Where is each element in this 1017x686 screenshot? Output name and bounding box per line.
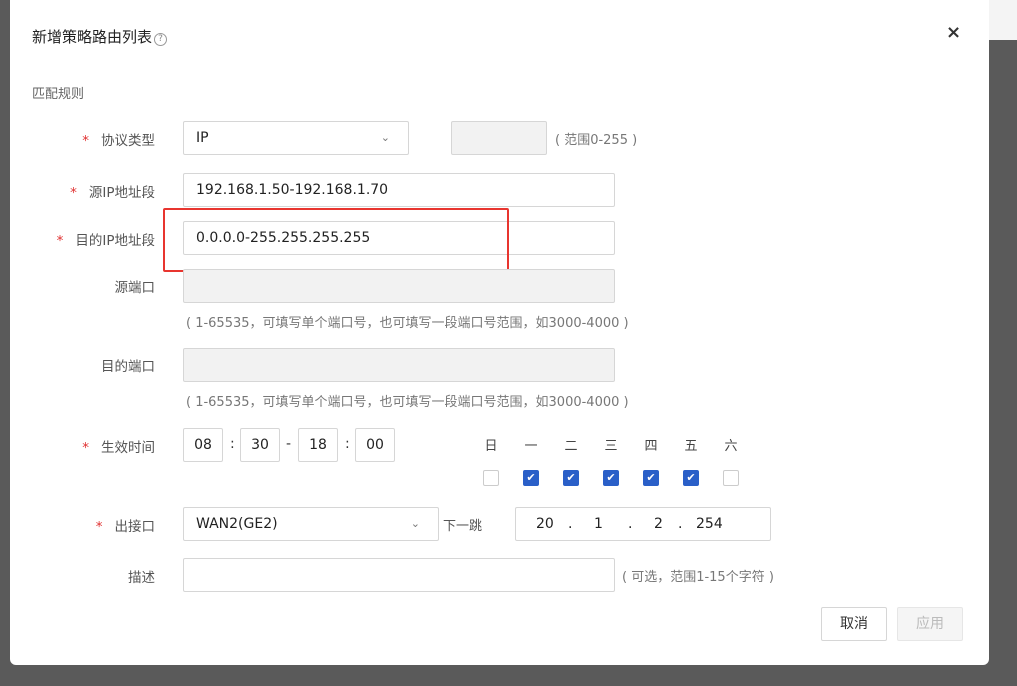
iface-label: * 出接口 bbox=[95, 519, 155, 535]
protocol-hint: ( 范围0-255 ) bbox=[555, 133, 638, 148]
dialog-title: 新增策略路由列表? bbox=[32, 26, 168, 47]
day-label: 四 bbox=[644, 439, 658, 454]
day-label: 日 bbox=[484, 439, 498, 454]
dst-port-label: 目的端口 bbox=[101, 359, 155, 375]
background-page bbox=[989, 0, 1017, 40]
day-label: 二 bbox=[564, 439, 578, 454]
nexthop-label: 下一跳 bbox=[443, 519, 483, 534]
section-title: 匹配规则 bbox=[32, 87, 85, 102]
src-port-label: 源端口 bbox=[114, 280, 156, 296]
day-label: 一 bbox=[524, 439, 538, 454]
day-label: 五 bbox=[684, 439, 698, 454]
src-port-hint: ( 1-65535，可填写单个端口号，也可填写一段端口号范围，如3000-400… bbox=[186, 316, 629, 331]
protocol-select[interactable]: IP ⌄ bbox=[183, 121, 409, 155]
colon: : bbox=[345, 436, 350, 452]
desc-hint: ( 可选，范围1-15个字符 ) bbox=[622, 570, 774, 585]
dst-ip-label: * 目的IP地址段 bbox=[56, 233, 155, 249]
protocol-label: * 协议类型 bbox=[82, 133, 155, 149]
src-ip-label: * 源IP地址段 bbox=[70, 185, 155, 201]
iface-select[interactable]: WAN2(GE2) ⌄ bbox=[183, 507, 439, 541]
src-ip-input[interactable]: 192.168.1.50-192.168.1.70 bbox=[183, 173, 615, 207]
day-checkbox[interactable]: ✔ bbox=[523, 470, 539, 486]
close-icon[interactable]: × bbox=[946, 22, 961, 43]
protocol-number-input[interactable] bbox=[451, 121, 547, 155]
day-checkbox[interactable]: ✔ bbox=[643, 470, 659, 486]
dash: - bbox=[286, 436, 292, 452]
nexthop-input[interactable]: 20. 1. 2. 254 bbox=[515, 507, 771, 541]
colon: : bbox=[230, 436, 235, 452]
day-label: 三 bbox=[604, 439, 618, 454]
highlight-box bbox=[163, 208, 509, 272]
cancel-button[interactable]: 取消 bbox=[821, 607, 887, 641]
day-checkbox[interactable] bbox=[483, 470, 499, 486]
desc-input[interactable] bbox=[183, 558, 615, 592]
src-port-input[interactable] bbox=[183, 269, 615, 303]
dst-port-hint: ( 1-65535，可填写单个端口号，也可填写一段端口号范围，如3000-400… bbox=[186, 395, 629, 410]
day-checkbox[interactable]: ✔ bbox=[683, 470, 699, 486]
help-icon[interactable]: ? bbox=[154, 33, 168, 46]
day-label: 六 bbox=[724, 439, 738, 454]
day-checkbox[interactable] bbox=[723, 470, 739, 486]
start-hour-input[interactable]: 08 bbox=[183, 428, 223, 462]
dst-port-input[interactable] bbox=[183, 348, 615, 382]
end-hour-input[interactable]: 18 bbox=[298, 428, 338, 462]
start-minute-input[interactable]: 30 bbox=[240, 428, 280, 462]
desc-label: 描述 bbox=[128, 570, 155, 586]
day-checkbox[interactable]: ✔ bbox=[603, 470, 619, 486]
apply-button[interactable]: 应用 bbox=[897, 607, 963, 641]
day-checkbox[interactable]: ✔ bbox=[563, 470, 579, 486]
time-label: * 生效时间 bbox=[82, 440, 155, 456]
chevron-down-icon: ⌄ bbox=[410, 517, 420, 530]
add-policy-route-dialog: 新增策略路由列表? × 匹配规则 * 协议类型 IP ⌄ ( 范围0-255 ) *… bbox=[10, 0, 989, 665]
end-minute-input[interactable]: 00 bbox=[355, 428, 395, 462]
chevron-down-icon: ⌄ bbox=[380, 131, 390, 144]
